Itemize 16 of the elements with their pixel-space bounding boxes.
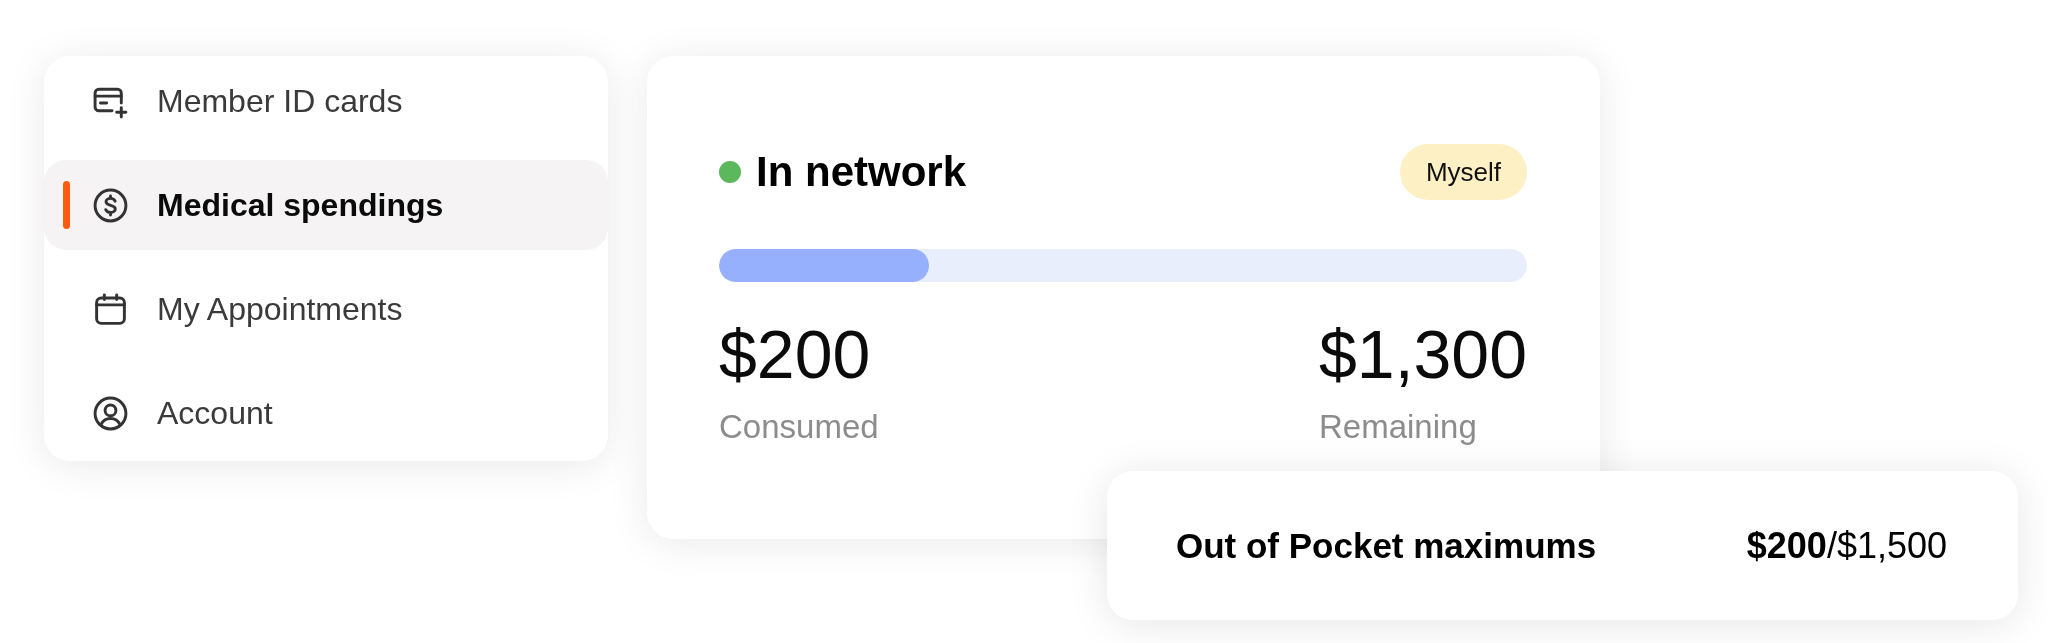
out-of-pocket-value: $200/$1,500 — [1746, 524, 1947, 567]
sidebar-item[interactable]: Medical spendings — [44, 160, 608, 250]
active-indicator — [63, 181, 70, 229]
sidebar-item[interactable]: My Appointments — [44, 264, 608, 354]
member-tag: Myself — [1399, 144, 1527, 200]
sidebar-item[interactable]: Account — [44, 368, 608, 458]
user-circle-icon — [92, 394, 129, 432]
remaining-label: Remaining — [1319, 410, 1477, 443]
out-of-pocket-label: Out of Pocket maximums — [1176, 525, 1597, 566]
calendar-icon — [92, 290, 129, 328]
network-title: In network — [756, 151, 967, 193]
sidebar-item[interactable]: Member ID cards — [44, 56, 608, 146]
dollar-circle-icon — [92, 186, 129, 224]
consumed-label: Consumed — [719, 410, 879, 443]
consumed-amount: $200 — [719, 320, 871, 388]
remaining-amount: $1,300 — [1319, 320, 1527, 388]
